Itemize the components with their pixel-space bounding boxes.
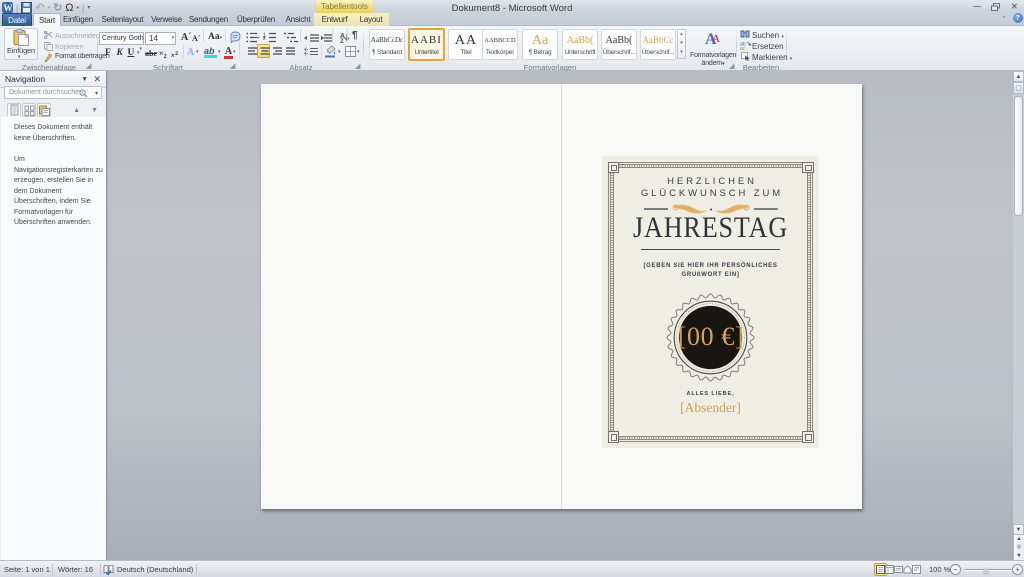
svg-text:[00 €]: [00 €]	[678, 322, 744, 351]
svg-text:Z: Z	[340, 39, 344, 43]
svg-text:ac: ac	[740, 46, 746, 50]
svg-text:A: A	[712, 33, 720, 45]
